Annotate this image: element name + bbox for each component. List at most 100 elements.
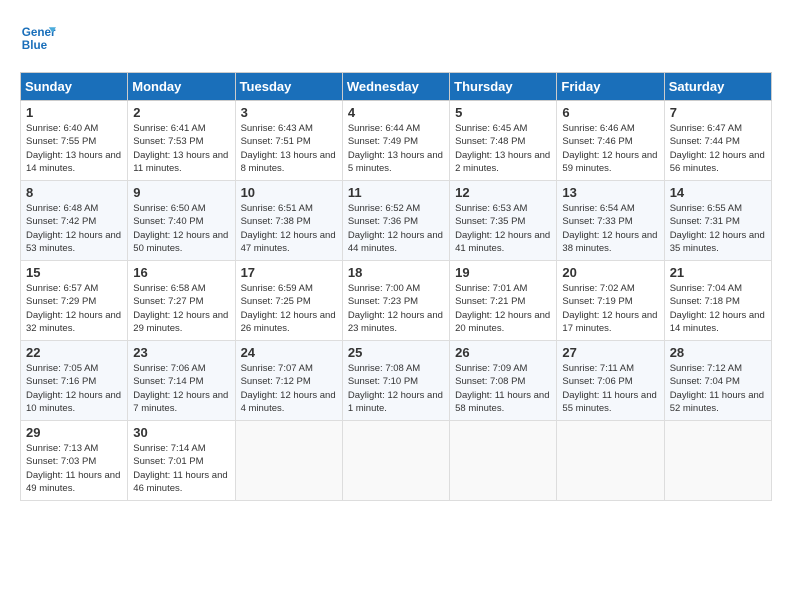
cell-info: Sunrise: 6:45 AM Sunset: 7:48 PM Dayligh… — [455, 122, 551, 175]
sunrise-label: Sunrise: 7:14 AM — [133, 443, 205, 454]
daylight-label: Daylight: 13 hours and 8 minutes. — [241, 150, 336, 174]
day-number: 8 — [26, 185, 122, 200]
sunrise-label: Sunrise: 7:00 AM — [348, 283, 420, 294]
sunset-label: Sunset: 7:51 PM — [241, 136, 311, 147]
daylight-label: Daylight: 12 hours and 32 minutes. — [26, 310, 121, 334]
sunrise-label: Sunrise: 6:50 AM — [133, 203, 205, 214]
sunrise-label: Sunrise: 6:54 AM — [562, 203, 634, 214]
sunset-label: Sunset: 7:18 PM — [670, 296, 740, 307]
daylight-label: Daylight: 12 hours and 50 minutes. — [133, 230, 228, 254]
sunrise-label: Sunrise: 7:01 AM — [455, 283, 527, 294]
calendar-cell — [450, 421, 557, 501]
calendar-week-2: 8 Sunrise: 6:48 AM Sunset: 7:42 PM Dayli… — [21, 181, 772, 261]
cell-info: Sunrise: 6:46 AM Sunset: 7:46 PM Dayligh… — [562, 122, 658, 175]
cell-info: Sunrise: 7:11 AM Sunset: 7:06 PM Dayligh… — [562, 362, 658, 415]
cell-info: Sunrise: 7:06 AM Sunset: 7:14 PM Dayligh… — [133, 362, 229, 415]
column-header-monday: Monday — [128, 73, 235, 101]
calendar-cell: 16 Sunrise: 6:58 AM Sunset: 7:27 PM Dayl… — [128, 261, 235, 341]
column-header-saturday: Saturday — [664, 73, 771, 101]
daylight-label: Daylight: 12 hours and 26 minutes. — [241, 310, 336, 334]
sunset-label: Sunset: 7:38 PM — [241, 216, 311, 227]
day-number: 4 — [348, 105, 444, 120]
day-number: 26 — [455, 345, 551, 360]
calendar-cell — [664, 421, 771, 501]
calendar-cell: 8 Sunrise: 6:48 AM Sunset: 7:42 PM Dayli… — [21, 181, 128, 261]
page-header: General Blue — [20, 20, 772, 56]
cell-info: Sunrise: 6:55 AM Sunset: 7:31 PM Dayligh… — [670, 202, 766, 255]
calendar-cell: 7 Sunrise: 6:47 AM Sunset: 7:44 PM Dayli… — [664, 101, 771, 181]
sunset-label: Sunset: 7:44 PM — [670, 136, 740, 147]
sunrise-label: Sunrise: 6:43 AM — [241, 123, 313, 134]
column-header-sunday: Sunday — [21, 73, 128, 101]
sunrise-label: Sunrise: 6:51 AM — [241, 203, 313, 214]
calendar-cell: 19 Sunrise: 7:01 AM Sunset: 7:21 PM Dayl… — [450, 261, 557, 341]
sunset-label: Sunset: 7:42 PM — [26, 216, 96, 227]
day-number: 28 — [670, 345, 766, 360]
sunset-label: Sunset: 7:40 PM — [133, 216, 203, 227]
daylight-label: Daylight: 13 hours and 2 minutes. — [455, 150, 550, 174]
calendar-header: SundayMondayTuesdayWednesdayThursdayFrid… — [21, 73, 772, 101]
calendar-cell: 28 Sunrise: 7:12 AM Sunset: 7:04 PM Dayl… — [664, 341, 771, 421]
cell-info: Sunrise: 7:09 AM Sunset: 7:08 PM Dayligh… — [455, 362, 551, 415]
cell-info: Sunrise: 7:12 AM Sunset: 7:04 PM Dayligh… — [670, 362, 766, 415]
sunset-label: Sunset: 7:04 PM — [670, 376, 740, 387]
sunrise-label: Sunrise: 7:07 AM — [241, 363, 313, 374]
sunrise-label: Sunrise: 7:05 AM — [26, 363, 98, 374]
calendar-cell: 5 Sunrise: 6:45 AM Sunset: 7:48 PM Dayli… — [450, 101, 557, 181]
calendar-cell: 24 Sunrise: 7:07 AM Sunset: 7:12 PM Dayl… — [235, 341, 342, 421]
daylight-label: Daylight: 12 hours and 38 minutes. — [562, 230, 657, 254]
calendar-cell: 10 Sunrise: 6:51 AM Sunset: 7:38 PM Dayl… — [235, 181, 342, 261]
sunset-label: Sunset: 7:53 PM — [133, 136, 203, 147]
daylight-label: Daylight: 11 hours and 49 minutes. — [26, 470, 120, 494]
day-number: 22 — [26, 345, 122, 360]
daylight-label: Daylight: 12 hours and 53 minutes. — [26, 230, 121, 254]
sunrise-label: Sunrise: 7:08 AM — [348, 363, 420, 374]
logo-icon: General Blue — [20, 20, 56, 56]
cell-info: Sunrise: 6:57 AM Sunset: 7:29 PM Dayligh… — [26, 282, 122, 335]
sunrise-label: Sunrise: 7:04 AM — [670, 283, 742, 294]
sunrise-label: Sunrise: 6:46 AM — [562, 123, 634, 134]
cell-info: Sunrise: 7:02 AM Sunset: 7:19 PM Dayligh… — [562, 282, 658, 335]
sunset-label: Sunset: 7:08 PM — [455, 376, 525, 387]
calendar-cell: 25 Sunrise: 7:08 AM Sunset: 7:10 PM Dayl… — [342, 341, 449, 421]
cell-info: Sunrise: 6:59 AM Sunset: 7:25 PM Dayligh… — [241, 282, 337, 335]
cell-info: Sunrise: 7:13 AM Sunset: 7:03 PM Dayligh… — [26, 442, 122, 495]
cell-info: Sunrise: 6:52 AM Sunset: 7:36 PM Dayligh… — [348, 202, 444, 255]
sunset-label: Sunset: 7:03 PM — [26, 456, 96, 467]
calendar-cell: 22 Sunrise: 7:05 AM Sunset: 7:16 PM Dayl… — [21, 341, 128, 421]
cell-info: Sunrise: 6:43 AM Sunset: 7:51 PM Dayligh… — [241, 122, 337, 175]
daylight-label: Daylight: 12 hours and 47 minutes. — [241, 230, 336, 254]
cell-info: Sunrise: 7:04 AM Sunset: 7:18 PM Dayligh… — [670, 282, 766, 335]
cell-info: Sunrise: 6:44 AM Sunset: 7:49 PM Dayligh… — [348, 122, 444, 175]
sunset-label: Sunset: 7:06 PM — [562, 376, 632, 387]
sunset-label: Sunset: 7:55 PM — [26, 136, 96, 147]
cell-info: Sunrise: 7:14 AM Sunset: 7:01 PM Dayligh… — [133, 442, 229, 495]
calendar-table: SundayMondayTuesdayWednesdayThursdayFrid… — [20, 72, 772, 501]
cell-info: Sunrise: 7:05 AM Sunset: 7:16 PM Dayligh… — [26, 362, 122, 415]
calendar-cell: 21 Sunrise: 7:04 AM Sunset: 7:18 PM Dayl… — [664, 261, 771, 341]
calendar-cell: 11 Sunrise: 6:52 AM Sunset: 7:36 PM Dayl… — [342, 181, 449, 261]
sunset-label: Sunset: 7:25 PM — [241, 296, 311, 307]
sunrise-label: Sunrise: 7:09 AM — [455, 363, 527, 374]
sunset-label: Sunset: 7:49 PM — [348, 136, 418, 147]
daylight-label: Daylight: 12 hours and 17 minutes. — [562, 310, 657, 334]
calendar-cell: 17 Sunrise: 6:59 AM Sunset: 7:25 PM Dayl… — [235, 261, 342, 341]
calendar-body: 1 Sunrise: 6:40 AM Sunset: 7:55 PM Dayli… — [21, 101, 772, 501]
sunrise-label: Sunrise: 6:44 AM — [348, 123, 420, 134]
cell-info: Sunrise: 7:08 AM Sunset: 7:10 PM Dayligh… — [348, 362, 444, 415]
sunrise-label: Sunrise: 7:12 AM — [670, 363, 742, 374]
column-header-thursday: Thursday — [450, 73, 557, 101]
sunset-label: Sunset: 7:29 PM — [26, 296, 96, 307]
calendar-cell: 14 Sunrise: 6:55 AM Sunset: 7:31 PM Dayl… — [664, 181, 771, 261]
cell-info: Sunrise: 6:40 AM Sunset: 7:55 PM Dayligh… — [26, 122, 122, 175]
calendar-cell: 15 Sunrise: 6:57 AM Sunset: 7:29 PM Dayl… — [21, 261, 128, 341]
calendar-cell: 26 Sunrise: 7:09 AM Sunset: 7:08 PM Dayl… — [450, 341, 557, 421]
daylight-label: Daylight: 11 hours and 46 minutes. — [133, 470, 227, 494]
day-number: 13 — [562, 185, 658, 200]
daylight-label: Daylight: 12 hours and 14 minutes. — [670, 310, 765, 334]
column-header-friday: Friday — [557, 73, 664, 101]
column-header-tuesday: Tuesday — [235, 73, 342, 101]
sunset-label: Sunset: 7:23 PM — [348, 296, 418, 307]
sunrise-label: Sunrise: 6:47 AM — [670, 123, 742, 134]
cell-info: Sunrise: 6:51 AM Sunset: 7:38 PM Dayligh… — [241, 202, 337, 255]
